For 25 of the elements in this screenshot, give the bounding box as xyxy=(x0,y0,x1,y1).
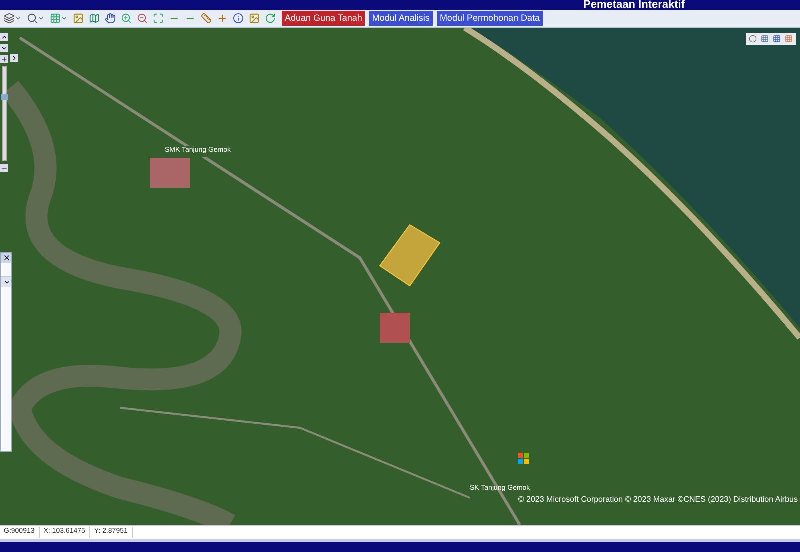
zoom-in-button[interactable] xyxy=(0,55,8,63)
grid-icon[interactable] xyxy=(773,35,781,43)
module-button[interactable]: Modul Permohonan Data xyxy=(436,11,543,26)
chevron-up-icon xyxy=(0,34,8,40)
zoom-out-button[interactable] xyxy=(0,164,8,172)
pan-icon[interactable] xyxy=(103,10,118,26)
circle-icon[interactable] xyxy=(749,35,757,43)
close-icon[interactable] xyxy=(1,253,11,263)
pan-up-button[interactable] xyxy=(0,33,8,41)
chevron-down-icon xyxy=(0,44,8,52)
module-button[interactable]: Modul Analisis xyxy=(369,11,433,26)
grid-icon[interactable] xyxy=(785,35,793,43)
grid-icon[interactable] xyxy=(761,35,769,43)
zoom-slider-track[interactable] xyxy=(2,66,6,161)
chevron-right-icon xyxy=(10,54,18,62)
ruler-icon[interactable] xyxy=(199,10,214,26)
info-icon[interactable] xyxy=(231,10,246,26)
map-attribution: © 2023 Microsoft Corporation © 2023 Maxar ©CNES (2023) Distribution Airbus xyxy=(518,494,798,506)
plus-icon xyxy=(0,56,8,62)
module-button[interactable]: Aduan Guna Tanah xyxy=(282,11,366,26)
pan-down-button[interactable] xyxy=(0,44,8,52)
pan-right-button[interactable] xyxy=(10,54,18,62)
window-title: Pemetaan Interaktif xyxy=(584,0,685,11)
dropdown-icon[interactable] xyxy=(1,277,11,287)
logo-icon xyxy=(518,453,529,464)
